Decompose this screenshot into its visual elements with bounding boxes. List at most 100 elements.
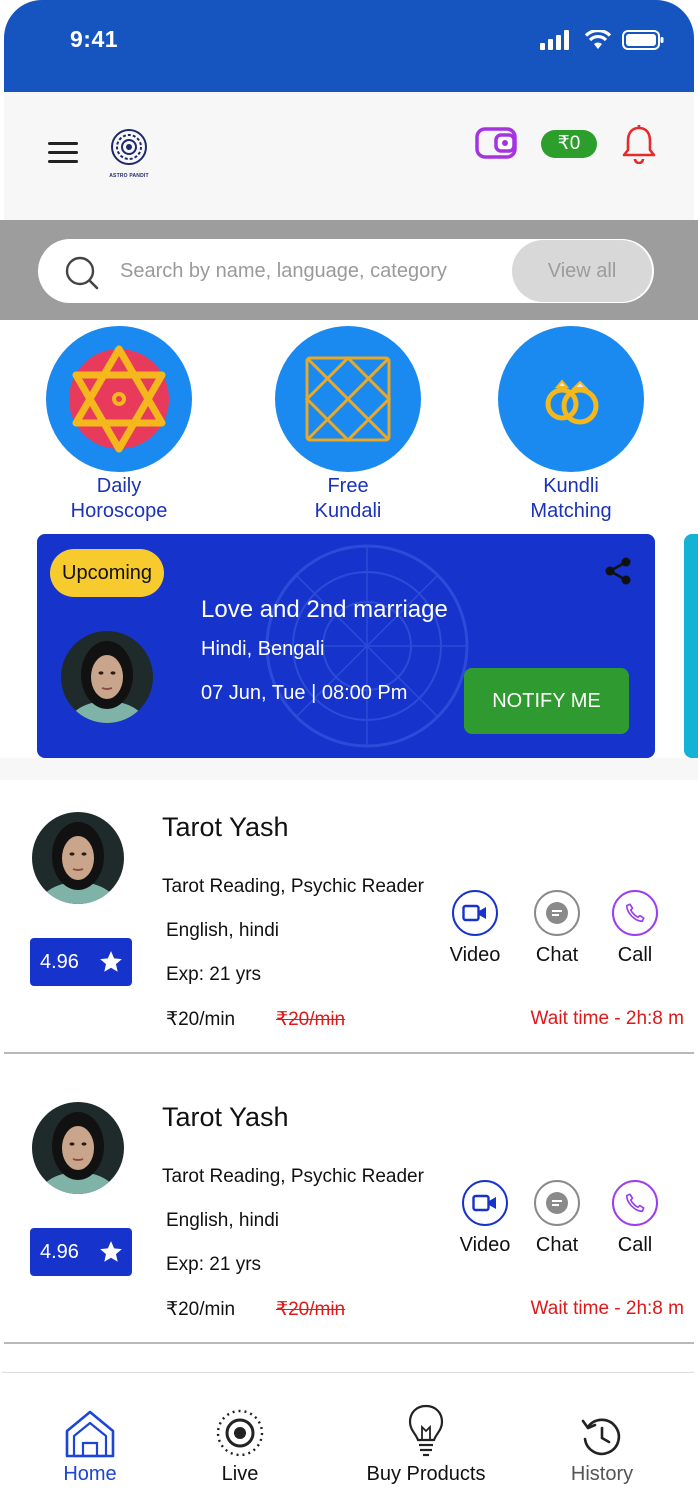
category-daily-horoscope[interactable]: Daily Horoscope (44, 326, 194, 524)
category-label-line1: Kundli (543, 475, 599, 497)
chat-label: Chat (535, 944, 579, 966)
live-event-banner[interactable]: Upcoming Love and 2nd marriage Hindi, Be… (37, 534, 655, 758)
category-label-line1: Daily (96, 475, 142, 497)
astrologer-languages: English, hindi (166, 920, 280, 941)
nav-live-label: Live (221, 1463, 259, 1485)
notification-bell-icon[interactable] (621, 124, 657, 164)
nav-live[interactable]: Live (170, 1373, 310, 1486)
video-button[interactable] (462, 1180, 508, 1226)
astrologer-avatar (32, 812, 124, 904)
call-button[interactable] (612, 1180, 658, 1226)
app-screen: 9:41 ASTRO PANDIT ₹0 Search by name, lan… (0, 0, 698, 1496)
next-banner-card[interactable] (684, 534, 698, 758)
category-label-line1: Free (327, 475, 369, 497)
category-circle[interactable] (275, 326, 421, 472)
category-circle[interactable] (498, 326, 644, 472)
view-all-button[interactable]: View all (512, 240, 652, 302)
app-logo: ASTRO PANDIT (104, 128, 154, 179)
card-divider (4, 1052, 694, 1054)
portrait-image (61, 631, 153, 723)
nav-history-label: History (570, 1463, 634, 1485)
rating-badge: 4.96 (30, 938, 132, 986)
astrologer-name: Tarot Yash (162, 1102, 289, 1132)
portrait-image (32, 1102, 124, 1194)
search-input[interactable] (120, 239, 500, 303)
wallet-balance-badge[interactable]: ₹0 (541, 130, 597, 158)
category-label: Daily Horoscope (44, 474, 194, 524)
video-label: Video (449, 944, 501, 966)
upcoming-badge: Upcoming (50, 549, 165, 597)
wallet-icon[interactable] (474, 126, 520, 160)
phone-icon (625, 903, 645, 923)
signal-icon (540, 30, 569, 50)
rating-badge: 4.96 (30, 1228, 132, 1276)
nav-home[interactable]: Home (20, 1373, 160, 1486)
category-label-line2: Matching (530, 500, 612, 522)
astrologer-name: Tarot Yash (162, 812, 289, 842)
live-icon (216, 1409, 264, 1457)
rating-value: 4.96 (40, 1241, 79, 1263)
chat-label: Chat (535, 1234, 579, 1256)
star-icon (100, 951, 122, 972)
chat-action[interactable]: Chat (522, 1180, 592, 1257)
nav-history[interactable]: History (532, 1373, 672, 1486)
astrologer-languages: English, hindi (166, 1210, 280, 1231)
astrologer-card[interactable]: 4.96 Tarot Yash Tarot Reading, Psychic R… (4, 1070, 694, 1344)
wait-time: Wait time - 2h:8 m (530, 1008, 684, 1029)
category-label: Kundli Matching (496, 474, 646, 524)
original-price: ₹20/min (276, 1009, 346, 1030)
phone-icon (625, 1193, 645, 1213)
call-action[interactable]: Call (600, 890, 670, 967)
astrologer-avatar (32, 1102, 124, 1194)
nav-buy-products[interactable]: Buy Products (356, 1373, 496, 1486)
battery-icon (622, 30, 664, 50)
video-call-action[interactable]: Video (450, 1180, 520, 1257)
call-button[interactable] (612, 890, 658, 936)
call-label: Call (617, 1234, 653, 1256)
portrait-image (32, 812, 124, 904)
notify-me-button[interactable]: NOTIFY ME (464, 668, 629, 734)
video-label: Video (459, 1234, 511, 1256)
original-price: ₹20/min (276, 1299, 346, 1320)
hamburger-menu-icon[interactable] (48, 142, 78, 166)
history-icon (581, 1418, 621, 1456)
share-icon[interactable] (603, 556, 633, 586)
astrologer-card[interactable]: 4.96 Tarot Yash Tarot Reading, Psychic R… (4, 780, 694, 1054)
video-button[interactable] (452, 890, 498, 936)
chat-bubble-icon (546, 902, 568, 924)
star-icon (100, 1241, 122, 1262)
price-per-minute: ₹20/min (166, 1299, 236, 1320)
astrologer-skills: Tarot Reading, Psychic Reader (162, 1166, 424, 1187)
bulb-icon (408, 1404, 444, 1457)
category-label-line2: Horoscope (70, 500, 168, 522)
video-call-action[interactable]: Video (440, 890, 510, 967)
status-icons (540, 30, 664, 50)
category-circle[interactable] (46, 326, 192, 472)
call-action[interactable]: Call (600, 1180, 670, 1257)
nav-buy-products-label: Buy Products (366, 1463, 486, 1485)
video-camera-icon (462, 904, 486, 922)
nav-home-label: Home (63, 1463, 117, 1485)
app-header: ASTRO PANDIT ₹0 (4, 92, 694, 220)
card-divider (4, 1342, 694, 1344)
video-camera-icon (472, 1194, 496, 1212)
astrologer-experience: Exp: 21 yrs (166, 1254, 262, 1275)
chat-bubble-icon (546, 1192, 568, 1214)
chat-button[interactable] (534, 1180, 580, 1226)
search-bar: View all (38, 239, 654, 303)
rating-value: 4.96 (40, 951, 79, 973)
category-free-kundali[interactable]: Free Kundali (273, 326, 423, 524)
hexagram-icon (69, 345, 169, 453)
chat-button[interactable] (534, 890, 580, 936)
category-kundli-matching[interactable]: Kundli Matching (496, 326, 646, 524)
logo-text: ASTRO PANDIT (109, 173, 149, 179)
rings-icon (545, 379, 599, 425)
home-icon (65, 1410, 115, 1458)
kundali-chart-icon (304, 355, 392, 443)
status-bar: 9:41 (4, 0, 694, 92)
event-datetime: 07 Jun, Tue | 08:00 Pm (201, 682, 408, 704)
category-label: Free Kundali (273, 474, 423, 524)
chat-action[interactable]: Chat (522, 890, 592, 967)
event-languages: Hindi, Bengali (201, 638, 325, 660)
call-label: Call (617, 944, 653, 966)
